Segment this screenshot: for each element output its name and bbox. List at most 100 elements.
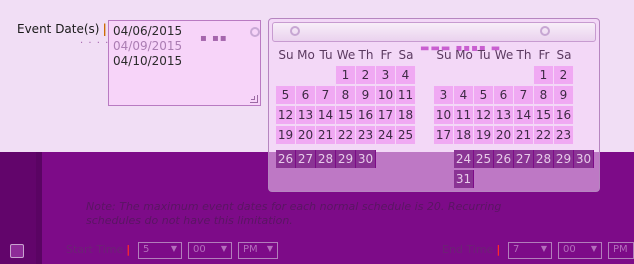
calendar-day[interactable]: 17 [434,126,454,144]
calendar-day[interactable]: 20 [494,126,514,144]
calendar-day[interactable]: 15 [336,106,356,124]
calendar-day[interactable]: 6 [494,86,514,104]
calendar-day[interactable]: 30 [356,150,376,168]
calendar-day[interactable]: 2 [554,66,574,84]
calendar-day[interactable]: 30 [574,150,594,168]
calendar-day[interactable]: 26 [494,150,514,168]
calendar-day[interactable]: 11 [454,106,474,124]
resize-grip-icon[interactable] [250,95,258,103]
required-marker: | [496,243,501,256]
start-minute-select[interactable]: 00 ▼ [188,242,232,259]
calendar-day[interactable]: 1 [534,66,554,84]
calendar-day[interactable]: 26 [276,150,296,168]
calendar-day[interactable]: 6 [296,86,316,104]
calendar-day[interactable]: 7 [316,86,336,104]
calendar-day[interactable]: 4 [396,66,416,84]
calendar-day[interactable]: 7 [514,86,534,104]
calendar-day[interactable]: 28 [316,150,336,168]
chevron-down-icon: ▼ [590,244,597,253]
calendar-left-month-last-row: 26 27 28 29 30 [276,150,416,168]
calendar-day[interactable]: 23 [554,126,574,144]
calendar-day[interactable]: 8 [336,86,356,104]
calendar-blank-cell [434,66,454,84]
calendar-day[interactable]: 16 [356,106,376,124]
calendar-day[interactable]: 15 [534,106,554,124]
calendar-day[interactable]: 1 [336,66,356,84]
calendar-day[interactable]: 3 [376,66,396,84]
weekday-header: Tu [319,48,333,62]
calendar-day[interactable]: 24 [454,150,474,168]
calendar-day[interactable]: 10 [376,86,396,104]
weekday-header: Sa [556,48,572,62]
calendar-day[interactable]: 28 [534,150,554,168]
weekday-header: We [336,48,356,62]
required-marker: | [102,22,107,36]
calendar-day[interactable]: 22 [336,126,356,144]
calendar-day[interactable]: 14 [514,106,534,124]
end-hour-select[interactable]: 7 ▼ [508,242,552,259]
event-date-line: 04/09/2015 [113,39,183,53]
calendar-day[interactable]: 12 [474,106,494,124]
calendar-day[interactable]: 4 [454,86,474,104]
calendar-day[interactable]: 5 [276,86,296,104]
weekday-header: Tu [477,48,491,62]
calendar-left-month: Su Mo Tu We Th Fr Sa 1 2 3 4 5 6 7 8 9 10 11 12 13 14 15 16 17 1… [276,46,416,144]
calendar-day[interactable]: 18 [396,106,416,124]
calendar-day[interactable]: 29 [554,150,574,168]
calendar-day[interactable]: 8 [534,86,554,104]
calendar-day[interactable]: 25 [396,126,416,144]
render-artifact: ▪ ▪▪ [200,33,228,44]
event-date-line: 04/10/2015 [113,54,183,68]
calendar-blank-cell [296,66,316,84]
chevron-down-icon: ▼ [266,244,273,253]
calendar-blank-cell [316,66,336,84]
start-ampm-select[interactable]: PM ▼ [238,242,278,259]
calendar-day[interactable]: 11 [396,86,416,104]
calendar-day[interactable]: 19 [276,126,296,144]
calendar-day[interactable]: 19 [474,126,494,144]
calendar-day[interactable]: 18 [454,126,474,144]
calendar-day[interactable]: 25 [474,150,494,168]
start-hour-select[interactable]: 5 ▼ [138,242,182,259]
calendar-day[interactable]: 9 [554,86,574,104]
calendar-day[interactable]: 2 [356,66,376,84]
chevron-down-icon: ▼ [170,244,177,253]
clear-icon[interactable] [250,27,260,37]
end-ampm-select[interactable]: PM [608,242,634,259]
calendar-day[interactable]: 21 [316,126,336,144]
calendar-day[interactable]: 13 [296,106,316,124]
panel-toggle-icon[interactable] [10,244,24,258]
event-dates-field[interactable]: 04/06/2015 04/09/2015 04/10/2015 [108,20,261,106]
end-minute-select[interactable]: 00 ▼ [558,242,602,259]
calendar-day[interactable]: 3 [434,86,454,104]
weekday-header: Mo [297,48,315,62]
calendar-day[interactable]: 23 [356,126,376,144]
event-dates-label: Event Date(s) | [17,22,107,36]
render-artifact: · · · · [80,38,110,49]
calendar-day[interactable]: 5 [474,86,494,104]
calendar-day[interactable]: 22 [534,126,554,144]
event-date-line: 04/06/2015 [113,24,183,38]
previous-month-icon[interactable] [290,26,300,36]
weekday-header: Fr [380,48,392,62]
calendar-day[interactable]: 20 [296,126,316,144]
calendar-day[interactable]: 29 [336,150,356,168]
calendar-day[interactable]: 17 [376,106,396,124]
calendar-day[interactable]: 10 [434,106,454,124]
calendar-day[interactable]: 21 [514,126,534,144]
weekday-header: Th [358,48,374,62]
end-time-label: End Time | [442,243,501,256]
calendar-blank-cell [474,66,494,84]
next-month-icon[interactable] [540,26,550,36]
chevron-down-icon: ▼ [220,244,227,253]
calendar-day[interactable]: 12 [276,106,296,124]
calendar-day[interactable]: 16 [554,106,574,124]
calendar-day[interactable]: 27 [514,150,534,168]
calendar-blank-cell [454,66,474,84]
calendar-day[interactable]: 13 [494,106,514,124]
calendar-day[interactable]: 31 [454,170,474,188]
calendar-day[interactable]: 14 [316,106,336,124]
calendar-day[interactable]: 27 [296,150,316,168]
calendar-day[interactable]: 24 [376,126,396,144]
calendar-day[interactable]: 9 [356,86,376,104]
